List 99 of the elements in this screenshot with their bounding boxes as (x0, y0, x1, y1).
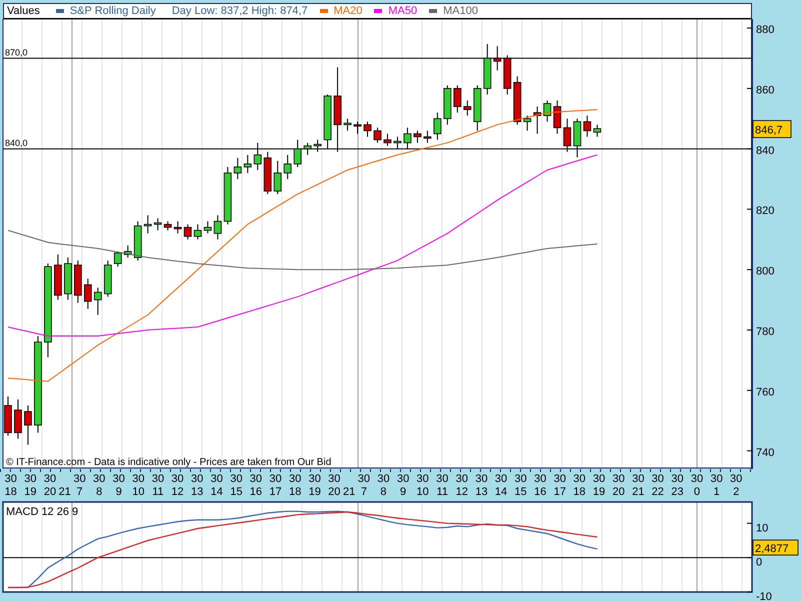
minute-label: 30 (132, 473, 144, 486)
hour-label: 20 (44, 486, 56, 499)
hour-label: 18 (573, 486, 586, 499)
y-axis-label: 820 (756, 205, 774, 218)
day-range-text: Day Low: 837,2 High: 874,7 (172, 5, 308, 17)
hour-label: 11 (436, 486, 448, 499)
hour-label: 20 (328, 486, 340, 499)
minute-label: 30 (152, 473, 164, 486)
hour-label: 11 (152, 486, 164, 499)
hour-label: 13 (475, 486, 488, 499)
hour-label: 10 (416, 486, 429, 499)
hour-label: 23 (671, 486, 684, 499)
hour-label: 21 (632, 486, 644, 499)
minute-label: 30 (554, 473, 566, 486)
legend-label: S&P Rolling Daily (70, 5, 156, 17)
minute-label: 30 (44, 473, 56, 486)
minute-label: 30 (230, 473, 242, 486)
legend-label: MA50 (388, 5, 418, 17)
line-label: 870,0 (5, 47, 28, 58)
minute-label: 30 (671, 473, 684, 486)
hour-label: 7 (76, 486, 83, 499)
hour-label: 19 (592, 486, 606, 499)
hour-label: 15 (230, 486, 242, 499)
hour-label: 1 (714, 486, 720, 499)
hour-label: 19 (24, 486, 37, 499)
hour-label: 10 (132, 486, 144, 499)
hour-label: 21 (58, 486, 71, 499)
minute-label: 30 (358, 473, 370, 486)
hour-label: 22 (652, 486, 664, 499)
minute-label: 30 (710, 473, 723, 486)
minute-label: 30 (456, 473, 468, 486)
minute-label: 30 (690, 473, 704, 486)
y-axis-label: 740 (756, 446, 774, 459)
hour-label: 14 (210, 486, 223, 499)
hour-label: 15 (514, 486, 527, 499)
indicator-title: MACD 12 26 9 (6, 506, 78, 518)
hour-label: 19 (308, 486, 321, 499)
price-tag: 2,4877 (752, 540, 798, 556)
y-axis-label: 860 (756, 84, 774, 96)
minute-label: 30 (308, 473, 321, 486)
hour-label: 17 (554, 486, 566, 499)
minute-label: 30 (191, 473, 204, 486)
hour-label: 9 (400, 486, 406, 499)
minute-label: 30 (328, 473, 340, 486)
minute-label: 30 (573, 473, 586, 486)
hour-label: 12 (171, 486, 184, 499)
price-tag: 846,7 (752, 120, 792, 138)
hour-label: 7 (360, 486, 367, 499)
minute-label: 30 (475, 473, 488, 486)
hour-label: 8 (96, 486, 102, 499)
hour-label: 2 (733, 486, 740, 499)
y-axis-label: 0 (756, 556, 762, 569)
minute-label: 30 (269, 473, 282, 486)
y-axis-label: 840 (756, 144, 774, 157)
minute-label: 30 (514, 473, 527, 486)
hour-label: 0 (694, 486, 700, 499)
minute-label: 30 (377, 473, 390, 486)
hour-label: 13 (191, 486, 204, 499)
hour-label: 9 (116, 486, 122, 499)
minute-label: 30 (210, 473, 223, 486)
hour-label: 16 (250, 486, 262, 499)
y-axis-label: 800 (756, 266, 774, 278)
minute-label: 30 (416, 473, 429, 486)
hour-label: 8 (380, 486, 387, 499)
hour-label: 17 (269, 486, 282, 499)
minute-label: 30 (73, 473, 86, 486)
minute-label: 30 (494, 473, 508, 486)
disclaimer-text: © IT-Finance.com - Data is indicative only - Prices are taken from Our Bid (6, 457, 332, 468)
minute-label: 30 (396, 473, 410, 486)
hour-label: 14 (494, 486, 508, 499)
y-axis-label: 880 (756, 24, 774, 36)
minute-label: 30 (171, 473, 184, 486)
minute-label: 30 (652, 473, 664, 486)
minute-label: 30 (592, 473, 606, 486)
y-axis-label: -10 (756, 591, 772, 601)
minute-label: 30 (288, 473, 302, 486)
minute-label: 30 (93, 473, 106, 486)
minute-label: 30 (436, 473, 448, 486)
minute-label: 30 (4, 473, 17, 486)
minute-label: 30 (24, 473, 37, 486)
minute-label: 30 (730, 473, 742, 486)
hour-label: 21 (342, 486, 356, 499)
line-label: 840,0 (5, 138, 28, 148)
legend-label: MA100 (443, 5, 478, 17)
minute-label: 30 (112, 473, 125, 486)
hour-label: 18 (288, 486, 302, 499)
y-axis-label: 780 (756, 326, 774, 338)
hour-label: 20 (612, 486, 625, 499)
legend-title: Values (7, 5, 40, 17)
minute-label: 30 (612, 473, 625, 486)
hour-label: 16 (534, 486, 546, 499)
minute-label: 30 (534, 473, 546, 486)
minute-label: 30 (632, 473, 644, 486)
legend-label: MA20 (334, 5, 362, 17)
minute-label: 30 (250, 473, 262, 486)
y-axis-label: 760 (756, 386, 774, 398)
hour-label: 18 (4, 486, 17, 499)
hour-label: 12 (456, 486, 468, 499)
y-axis-label: 10 (756, 522, 768, 534)
